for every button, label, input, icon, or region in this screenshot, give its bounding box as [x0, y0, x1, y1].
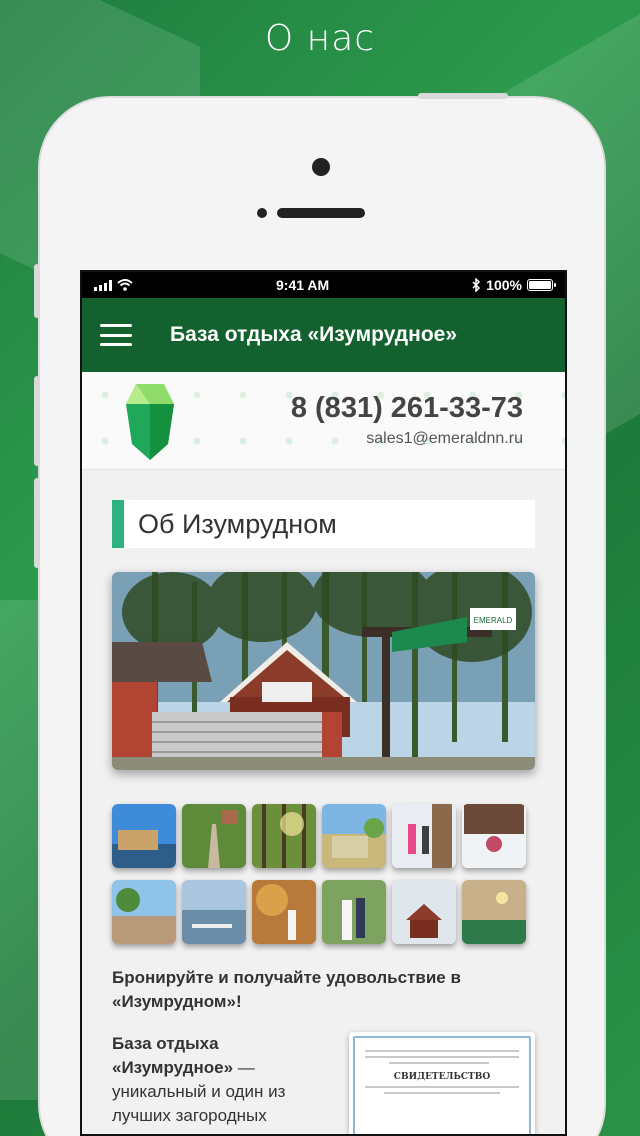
camera-icon [312, 158, 330, 176]
contact-phone[interactable]: 8 (831) 261-33-73 [291, 392, 523, 425]
tagline: Бронируйте и получайте удовольствие в «И… [112, 968, 461, 1011]
volume-down-button [34, 376, 40, 466]
photo-gallery [112, 804, 535, 944]
section-heading: Об Изумрудном [112, 500, 535, 548]
about-name: База отдыха «Изумрудное» [112, 1034, 234, 1077]
gallery-thumb[interactable] [462, 804, 526, 868]
certificate-image[interactable]: СВИДЕТЕЛЬСТВО [349, 1032, 535, 1134]
header-banner: 8 (831) 261-33-73 sales1@emeraldnn.ru [82, 372, 565, 470]
contact-email[interactable]: sales1@emeraldnn.ru [366, 430, 523, 448]
gallery-thumb[interactable] [182, 804, 246, 868]
gallery-thumb[interactable] [322, 880, 386, 944]
app-screen: 9:41 AM 100% База отдыха «Изумрудное» 8 … [80, 270, 567, 1136]
gallery-thumb[interactable] [392, 880, 456, 944]
about-row: База отдыха «Изумрудное» — уникальный и … [112, 1032, 535, 1134]
about-text: База отдыха «Изумрудное» — уникальный и … [112, 1032, 332, 1134]
gallery-thumb[interactable] [182, 880, 246, 944]
mute-switch [34, 478, 40, 568]
gallery-thumb[interactable] [392, 804, 456, 868]
bluetooth-icon [472, 278, 481, 292]
battery-percent: 100% [486, 277, 522, 293]
status-time: 9:41 AM [276, 277, 330, 293]
gallery-thumb[interactable] [112, 880, 176, 944]
emerald-logo [126, 384, 174, 460]
gallery-thumb[interactable] [112, 804, 176, 868]
hero-image[interactable]: EMERALD [112, 572, 535, 770]
page-title: О нас [264, 18, 376, 59]
gallery-thumb[interactable] [462, 880, 526, 944]
status-bar: 9:41 AM 100% [82, 272, 565, 298]
wifi-icon [117, 279, 133, 291]
sensor-icon [257, 208, 267, 218]
gallery-thumb[interactable] [322, 804, 386, 868]
speaker-grille [277, 208, 365, 218]
app-bar: База отдыха «Изумрудное» [82, 298, 565, 372]
hero-photo: EMERALD [112, 572, 535, 770]
volume-up-button [34, 264, 40, 318]
gallery-thumb[interactable] [252, 804, 316, 868]
battery-icon [526, 279, 556, 291]
power-button [418, 93, 508, 99]
signal-icon [94, 279, 112, 291]
sign-text: EMERALD [474, 616, 513, 625]
gallery-thumb[interactable] [252, 880, 316, 944]
main-content: Об Изумрудном EMERALD Бронируйте и получ… [82, 470, 565, 1134]
app-title: База отдыха «Изумрудное» [170, 323, 458, 346]
menu-icon[interactable] [100, 324, 132, 346]
